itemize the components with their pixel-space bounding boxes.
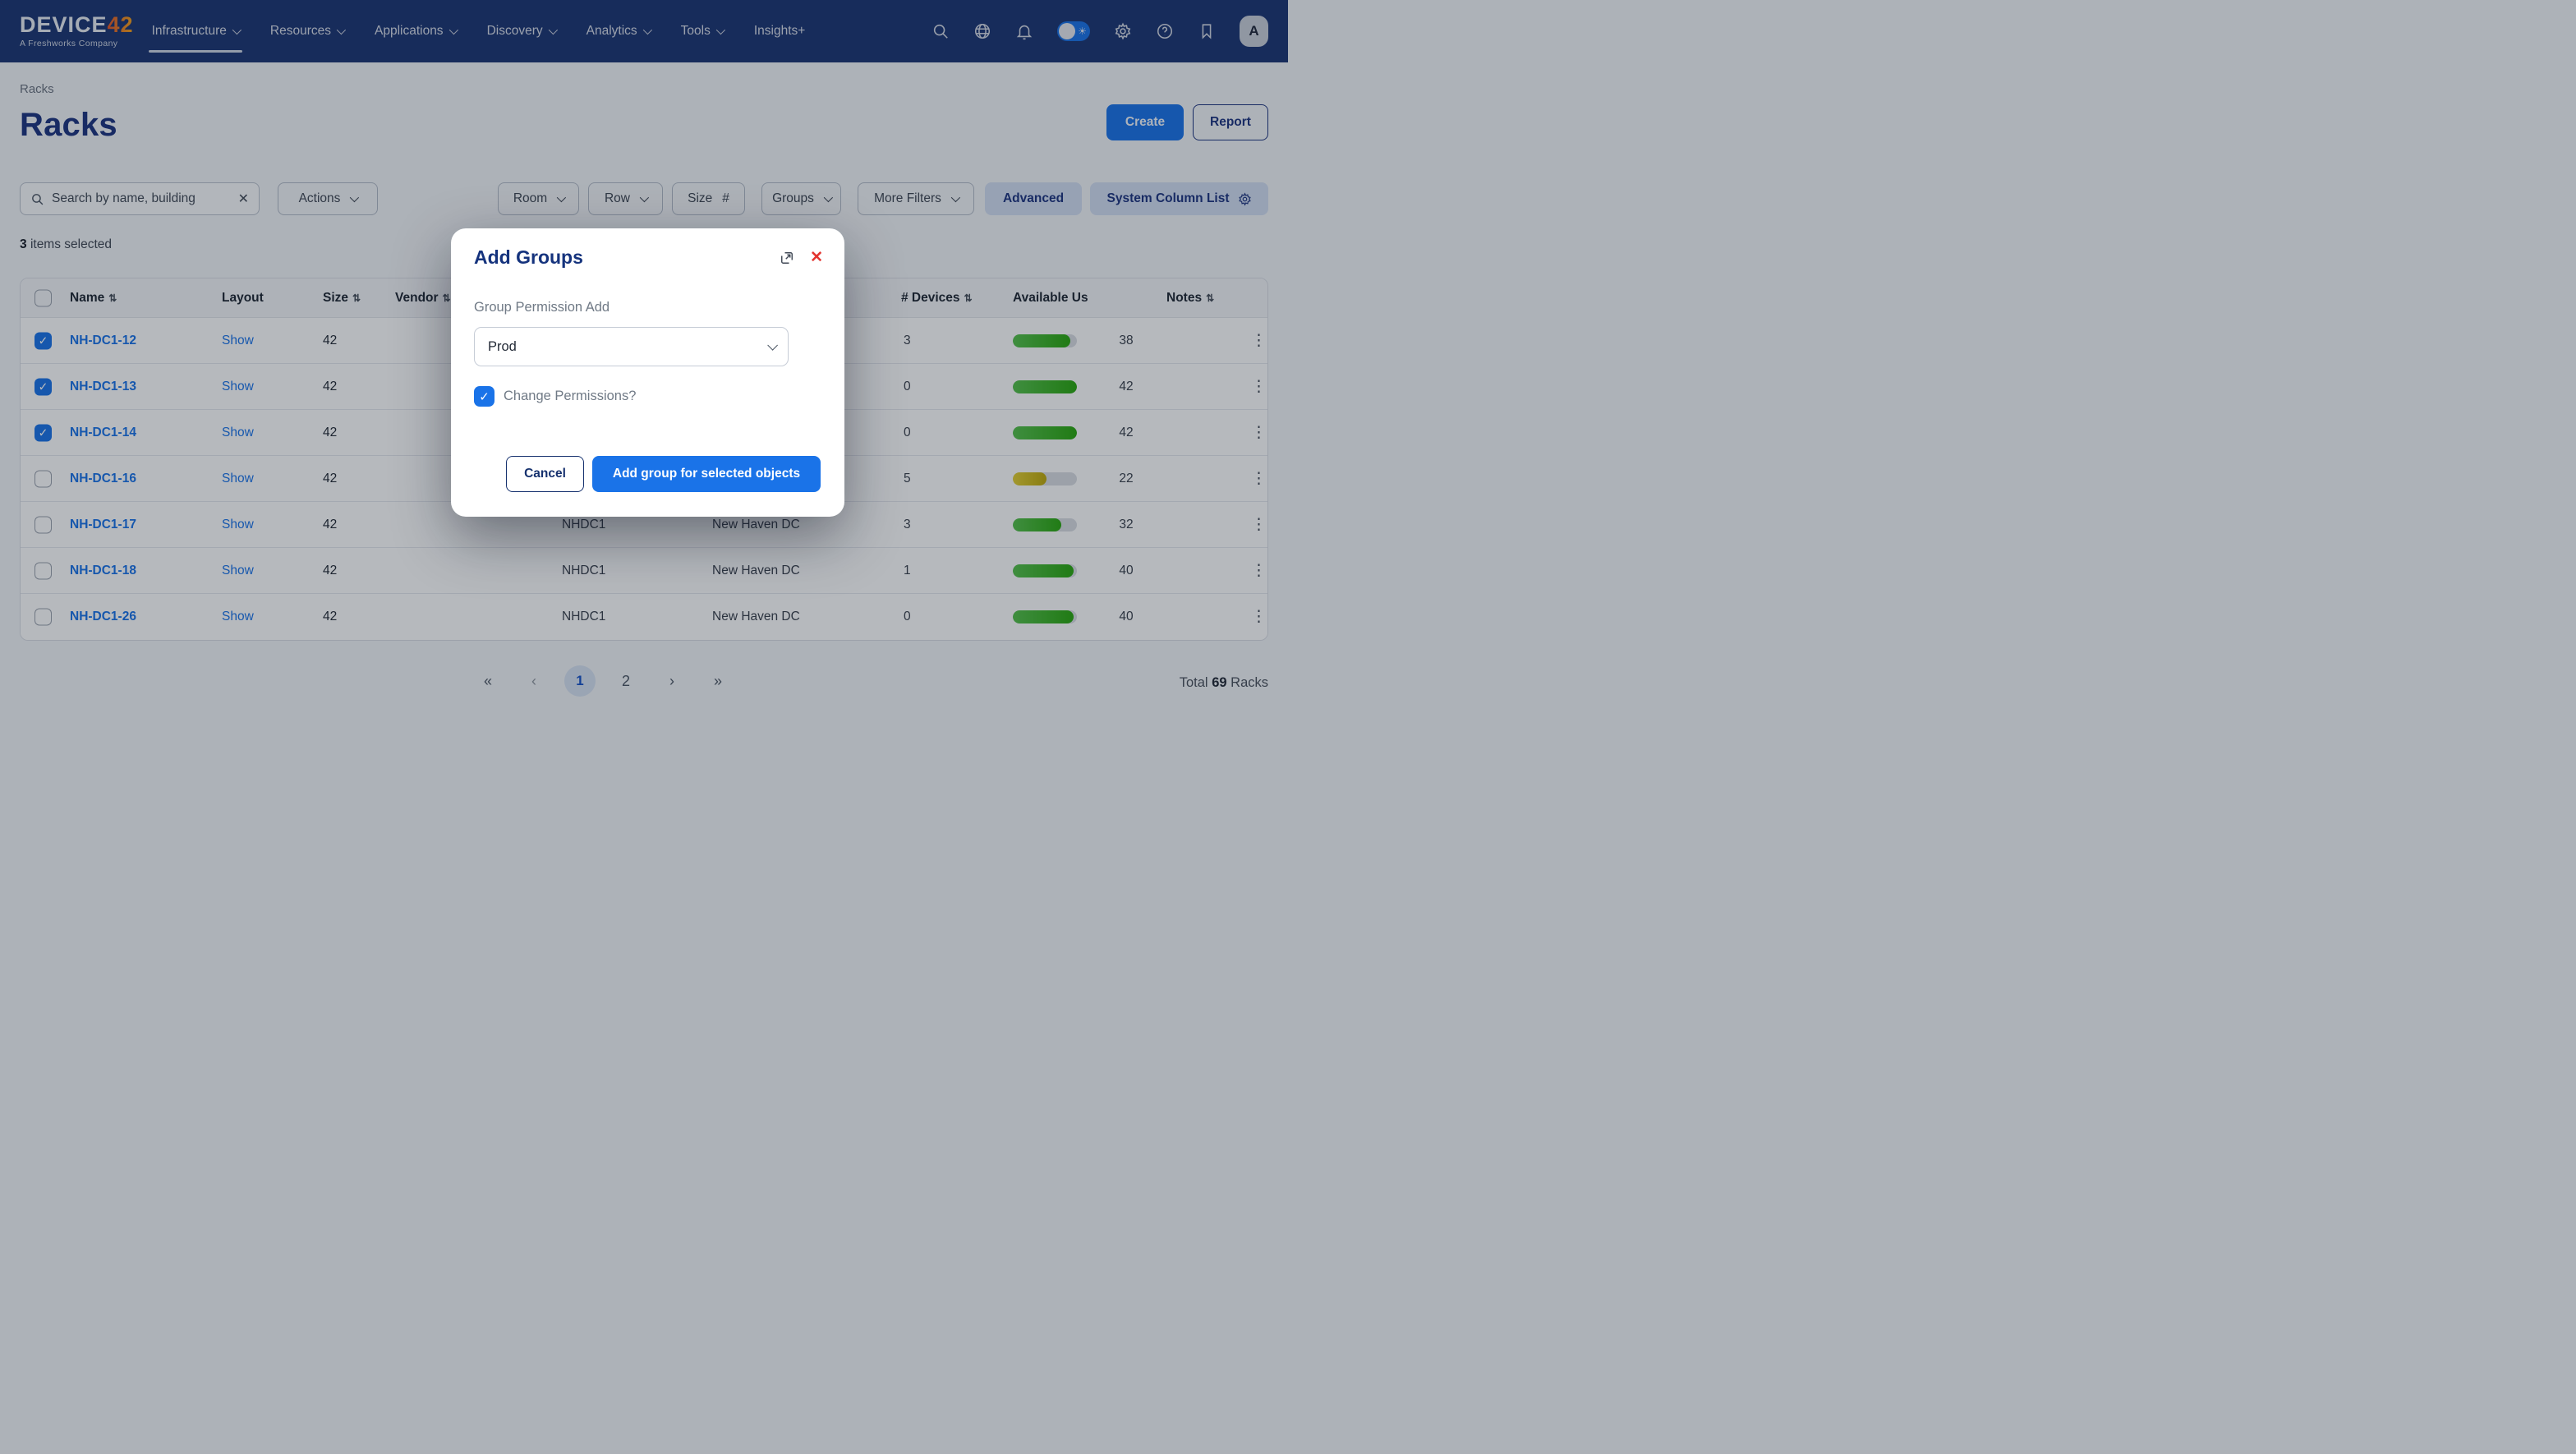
change-permissions-label: Change Permissions? — [504, 389, 636, 404]
racks-page: DEVICE42 A Freshworks Company Infrastruc… — [0, 0, 1288, 727]
group-permission-label: Group Permission Add — [474, 300, 610, 315]
add-groups-modal: Add Groups ✕ Group Permission Add Prod ✓… — [451, 228, 844, 517]
chevron-down-icon — [767, 340, 778, 351]
add-group-button[interactable]: Add group for selected objects — [592, 456, 821, 492]
expand-modal-icon[interactable] — [779, 250, 795, 266]
close-icon[interactable]: ✕ — [810, 248, 823, 267]
modal-backdrop[interactable] — [0, 0, 2576, 1454]
modal-title: Add Groups — [474, 246, 583, 269]
cancel-button[interactable]: Cancel — [506, 456, 584, 492]
change-permissions-checkbox[interactable]: ✓ — [474, 386, 494, 407]
select-value: Prod — [488, 339, 767, 355]
group-permission-select[interactable]: Prod — [474, 327, 789, 366]
